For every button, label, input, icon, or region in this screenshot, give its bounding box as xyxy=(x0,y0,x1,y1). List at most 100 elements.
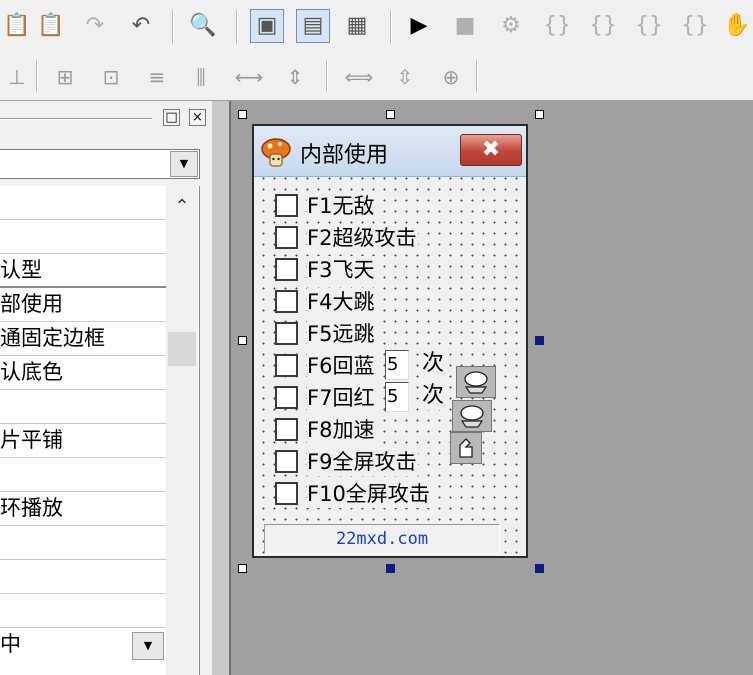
times-label: 次 xyxy=(422,350,445,378)
pointer-hand-icon xyxy=(459,438,473,458)
same-height-icon[interactable]: ⇳ xyxy=(388,60,422,94)
property-panel: □ × ▼ 认型 部使用 通固定边框 认底色 片平铺 环播放 中 ▼ ⌃ xyxy=(0,101,212,675)
checkbox-label: F2超级攻击 xyxy=(307,224,419,252)
form-window[interactable]: 内部使用 ✖ F1无敌 F2超级攻击 F3飞天 F4大跳 F5远跳 F6回蓝 5… xyxy=(252,124,528,558)
pointer-hand-icon xyxy=(460,405,484,428)
checkbox-f6[interactable] xyxy=(275,354,298,377)
scroll-up-icon[interactable]: ⌃ xyxy=(166,196,198,218)
space-vertical-icon[interactable]: ⇕ xyxy=(278,60,312,94)
checkbox-f2[interactable] xyxy=(275,226,298,249)
resize-handle[interactable] xyxy=(238,564,247,573)
checkbox-f4[interactable] xyxy=(275,290,298,313)
property-grid-scrollbar[interactable]: ⌃ xyxy=(166,186,198,675)
toolbar-separator xyxy=(476,60,478,92)
health-count-input[interactable]: 5 xyxy=(385,382,409,412)
panel-title-bar xyxy=(0,107,160,127)
toolbar-separator xyxy=(236,10,238,44)
paste-special-icon[interactable]: 📋 xyxy=(34,9,68,43)
times-label: 次 xyxy=(422,382,445,410)
property-row[interactable]: 认型 xyxy=(0,254,166,288)
form-title-bar[interactable]: 内部使用 ✖ xyxy=(254,126,526,177)
step-out-icon[interactable]: {} xyxy=(632,9,666,43)
checkbox-label: F8加速 xyxy=(307,416,377,444)
panel-pin-button[interactable]: □ xyxy=(163,109,180,126)
property-row[interactable]: 部使用 xyxy=(0,288,166,322)
property-row[interactable] xyxy=(0,186,166,220)
checkbox-label: F4大跳 xyxy=(307,288,377,316)
close-button[interactable]: ✖ xyxy=(460,134,522,166)
same-width-icon[interactable]: ⟺ xyxy=(342,60,376,94)
resize-handle[interactable] xyxy=(386,564,395,573)
hand-icon[interactable]: ✋ xyxy=(720,9,753,43)
checkbox-f1[interactable] xyxy=(275,194,298,217)
checkbox-f9[interactable] xyxy=(275,450,298,473)
compile-icon[interactable]: ⚙ xyxy=(494,9,528,43)
mana-count-input[interactable]: 5 xyxy=(385,350,409,380)
object-selector-combo[interactable]: ▼ xyxy=(0,149,200,179)
checkbox-f8[interactable] xyxy=(275,418,298,441)
standard-toolbar: 📋 📋 ↷ ↶ 🔍 ▣ ▤ ▦ ▶ ■ ⚙ {} {} {} {} ✋ xyxy=(0,0,753,55)
toolbar-separator xyxy=(172,10,174,44)
checkbox-f5[interactable] xyxy=(275,322,298,345)
resize-handle[interactable] xyxy=(535,110,544,119)
stop-icon[interactable]: ■ xyxy=(448,9,482,43)
property-row[interactable] xyxy=(0,560,166,594)
align-middle-icon[interactable]: ⫼ xyxy=(184,60,218,94)
property-row[interactable]: 片平铺 xyxy=(0,424,166,458)
image-button[interactable] xyxy=(456,366,496,398)
center-horizontal-icon[interactable]: ⊞ xyxy=(48,60,82,94)
layout-left-icon[interactable]: ▣ xyxy=(250,9,284,43)
property-row[interactable] xyxy=(0,458,166,492)
footer-label: 22mxd.com xyxy=(264,524,500,554)
layout-top-icon[interactable]: ▤ xyxy=(296,9,330,43)
layout-grid-icon[interactable]: ▦ xyxy=(340,9,374,43)
form-title: 内部使用 xyxy=(300,143,389,168)
align-bottom-icon[interactable]: ⊥ xyxy=(0,60,34,94)
checkbox-f7[interactable] xyxy=(275,386,298,409)
chevron-down-icon[interactable]: ▼ xyxy=(170,151,198,177)
find-icon[interactable]: 🔍 xyxy=(186,9,220,43)
resize-handle[interactable] xyxy=(535,336,544,345)
panel-close-button[interactable]: × xyxy=(189,109,206,126)
checkbox-f10[interactable] xyxy=(275,482,298,505)
toolbar-separator xyxy=(36,60,38,92)
paste-icon[interactable]: 📋 xyxy=(0,9,34,43)
resize-handle[interactable] xyxy=(386,110,395,119)
image-button[interactable] xyxy=(450,432,482,464)
redo-icon[interactable]: ↷ xyxy=(78,9,112,43)
run-to-cursor-icon[interactable]: {} xyxy=(678,9,712,43)
run-icon[interactable]: ▶ xyxy=(402,9,436,43)
resize-handle[interactable] xyxy=(238,336,247,345)
step-over-icon[interactable]: {} xyxy=(586,9,620,43)
checkbox-f3[interactable] xyxy=(275,258,298,281)
checkbox-label: F6回蓝 xyxy=(307,352,377,380)
checkbox-label: F9全屏攻击 xyxy=(307,448,419,476)
resize-handle[interactable] xyxy=(535,564,544,573)
property-row[interactable] xyxy=(0,390,166,424)
pointer-hand-icon xyxy=(464,371,488,394)
resize-handle[interactable] xyxy=(238,110,247,119)
chevron-down-icon[interactable]: ▼ xyxy=(132,632,164,660)
align-top-edge-icon[interactable]: ≡ xyxy=(140,60,174,94)
property-row-alignment[interactable]: 中 ▼ xyxy=(0,628,166,662)
property-row[interactable] xyxy=(0,594,166,628)
toolbar-separator xyxy=(326,60,328,92)
checkbox-label: F1无敌 xyxy=(307,192,377,220)
property-grid: 认型 部使用 通固定边框 认底色 片平铺 环播放 中 ▼ ⌃ xyxy=(0,186,200,675)
property-row[interactable]: 环播放 xyxy=(0,492,166,526)
property-row[interactable] xyxy=(0,220,166,254)
mushroom-icon xyxy=(261,138,291,167)
undo-icon[interactable]: ↶ xyxy=(124,9,158,43)
step-into-icon[interactable]: {} xyxy=(540,9,574,43)
image-button[interactable] xyxy=(452,400,492,432)
property-row[interactable] xyxy=(0,526,166,560)
property-row[interactable]: 通固定边框 xyxy=(0,322,166,356)
property-row[interactable]: 认底色 xyxy=(0,356,166,390)
same-size-icon[interactable]: ⊕ xyxy=(434,60,468,94)
checkbox-label: F10全屏攻击 xyxy=(307,480,432,508)
checkbox-label: F5远跳 xyxy=(307,320,377,348)
center-vertical-icon[interactable]: ⊡ xyxy=(94,60,128,94)
space-horizontal-icon[interactable]: ⟷ xyxy=(232,60,266,94)
align-toolbar: ⊥ ⊞ ⊡ ≡ ⫼ ⟷ ⇕ ⟺ ⇳ ⊕ xyxy=(0,54,753,101)
scrollbar-thumb[interactable] xyxy=(168,332,196,366)
